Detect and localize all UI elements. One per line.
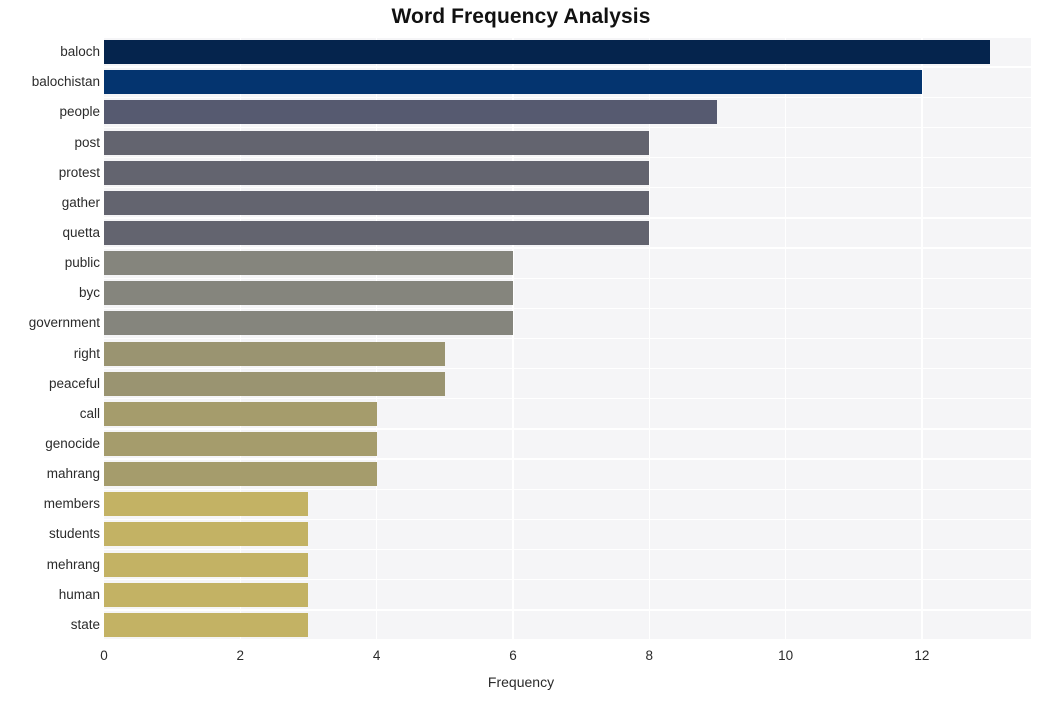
x-tick-label-0: 0 bbox=[100, 648, 108, 663]
x-tick-label-8: 8 bbox=[645, 648, 654, 663]
x-tick-label-12: 12 bbox=[914, 648, 930, 663]
x-tick-label-6: 6 bbox=[509, 648, 517, 663]
y-tick-label-gather: gather bbox=[61, 194, 100, 210]
y-tick-label-byc: byc bbox=[78, 285, 100, 301]
y-tick-label-students: students bbox=[48, 526, 100, 542]
y-tick-label-mehrang: mehrang bbox=[46, 556, 100, 572]
y-axis-tick-labels: baloch balochistan people post protest gather… bbox=[0, 37, 1042, 640]
y-tick-label-right: right bbox=[73, 345, 100, 361]
word-frequency-chart: Word Frequency Analysis baloch balochista… bbox=[0, 0, 1042, 701]
y-tick-label-state: state bbox=[70, 616, 100, 632]
y-tick-label-people: people bbox=[59, 104, 100, 120]
y-tick-label-post: post bbox=[74, 134, 100, 150]
y-tick-label-government: government bbox=[28, 315, 100, 331]
x-tick-label-4: 4 bbox=[372, 648, 381, 663]
y-tick-label-protest: protest bbox=[58, 164, 100, 180]
x-axis-title: Frequency bbox=[487, 674, 555, 690]
y-tick-label-mahrang: mahrang bbox=[46, 466, 100, 482]
x-tick-label-10: 10 bbox=[778, 648, 794, 663]
y-tick-label-public: public bbox=[64, 255, 100, 271]
y-tick-label-baloch: baloch bbox=[60, 44, 100, 60]
y-tick-label-quetta: quetta bbox=[62, 224, 100, 240]
chart-title: Word Frequency Analysis bbox=[391, 5, 651, 28]
y-tick-label-balochistan: balochistan bbox=[31, 74, 100, 90]
y-tick-label-call: call bbox=[79, 405, 100, 421]
y-tick-label-members: members bbox=[43, 496, 100, 512]
x-tick-label-2: 2 bbox=[236, 648, 245, 663]
y-tick-label-peaceful: peaceful bbox=[48, 375, 100, 391]
y-tick-label-genocide: genocide bbox=[45, 436, 100, 452]
y-tick-label-human: human bbox=[58, 586, 100, 602]
